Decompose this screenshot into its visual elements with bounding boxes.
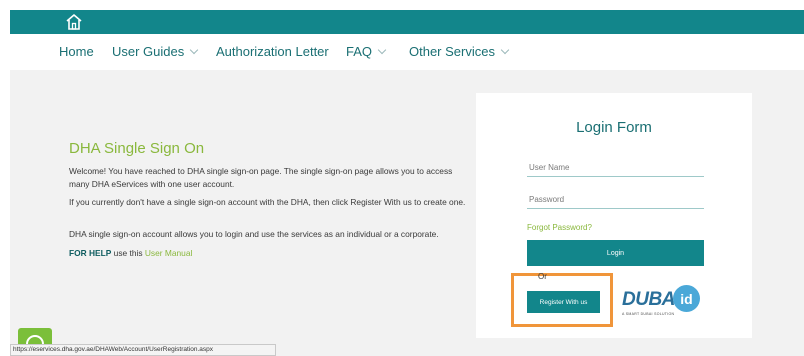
home-icon[interactable]: [64, 12, 84, 32]
register-info-text: If you currently don't have a single sig…: [69, 197, 466, 207]
help-text: FOR HELP use this User Manual: [69, 248, 192, 258]
nav-item-label: Other Services: [409, 44, 495, 59]
dubai-id-logo: DUBAI id A SMART DUBAI SOLUTION: [622, 285, 702, 319]
nav-item-user-guides[interactable]: User Guides: [112, 44, 199, 59]
account-info-text: DHA single sign-on account allows you to…: [69, 229, 439, 239]
main-nav: Home User Guides Authorization Letter FA…: [10, 34, 804, 70]
nav-item-faq[interactable]: FAQ: [346, 44, 387, 59]
content-area: DHA Single Sign On Welcome! You have rea…: [10, 70, 804, 356]
nav-item-home[interactable]: Home: [59, 44, 94, 59]
nav-item-authorization-letter[interactable]: Authorization Letter: [216, 44, 329, 59]
dubai-logo-tagline: A SMART DUBAI SOLUTION: [622, 312, 675, 316]
or-separator: Or: [538, 272, 547, 281]
dubai-logo-word: DUBAI: [622, 289, 680, 310]
nav-item-label: FAQ: [346, 44, 373, 59]
register-button[interactable]: Register With us: [527, 291, 600, 313]
help-label: FOR HELP: [69, 248, 112, 258]
forgot-password-link[interactable]: Forgot Password?: [527, 223, 592, 232]
nav-item-label: Authorization Letter: [216, 44, 329, 59]
top-bar: [10, 10, 804, 34]
login-button[interactable]: Login: [527, 240, 704, 266]
chevron-down-icon: [500, 45, 510, 55]
login-form: Login Form User Name Password Forgot Pas…: [476, 93, 752, 338]
password-input[interactable]: Password: [527, 191, 704, 209]
welcome-text: Welcome! You have reached to DHA single …: [69, 166, 453, 189]
status-bar-url: https://eservices.dha.gov.ae/DHAWeb/Acco…: [10, 344, 276, 356]
nav-item-label: Home: [59, 44, 94, 59]
help-middle: use this: [111, 248, 145, 258]
nav-item-other-services[interactable]: Other Services: [409, 44, 510, 59]
dubai-id-circle: id: [673, 285, 700, 312]
nav-item-label: User Guides: [112, 44, 185, 59]
user-manual-link[interactable]: User Manual: [145, 248, 192, 258]
chevron-down-icon: [377, 45, 387, 55]
username-input[interactable]: User Name: [527, 159, 704, 177]
page-title: DHA Single Sign On: [69, 140, 205, 157]
login-form-title: Login Form: [576, 119, 652, 136]
chevron-down-icon: [190, 45, 199, 55]
